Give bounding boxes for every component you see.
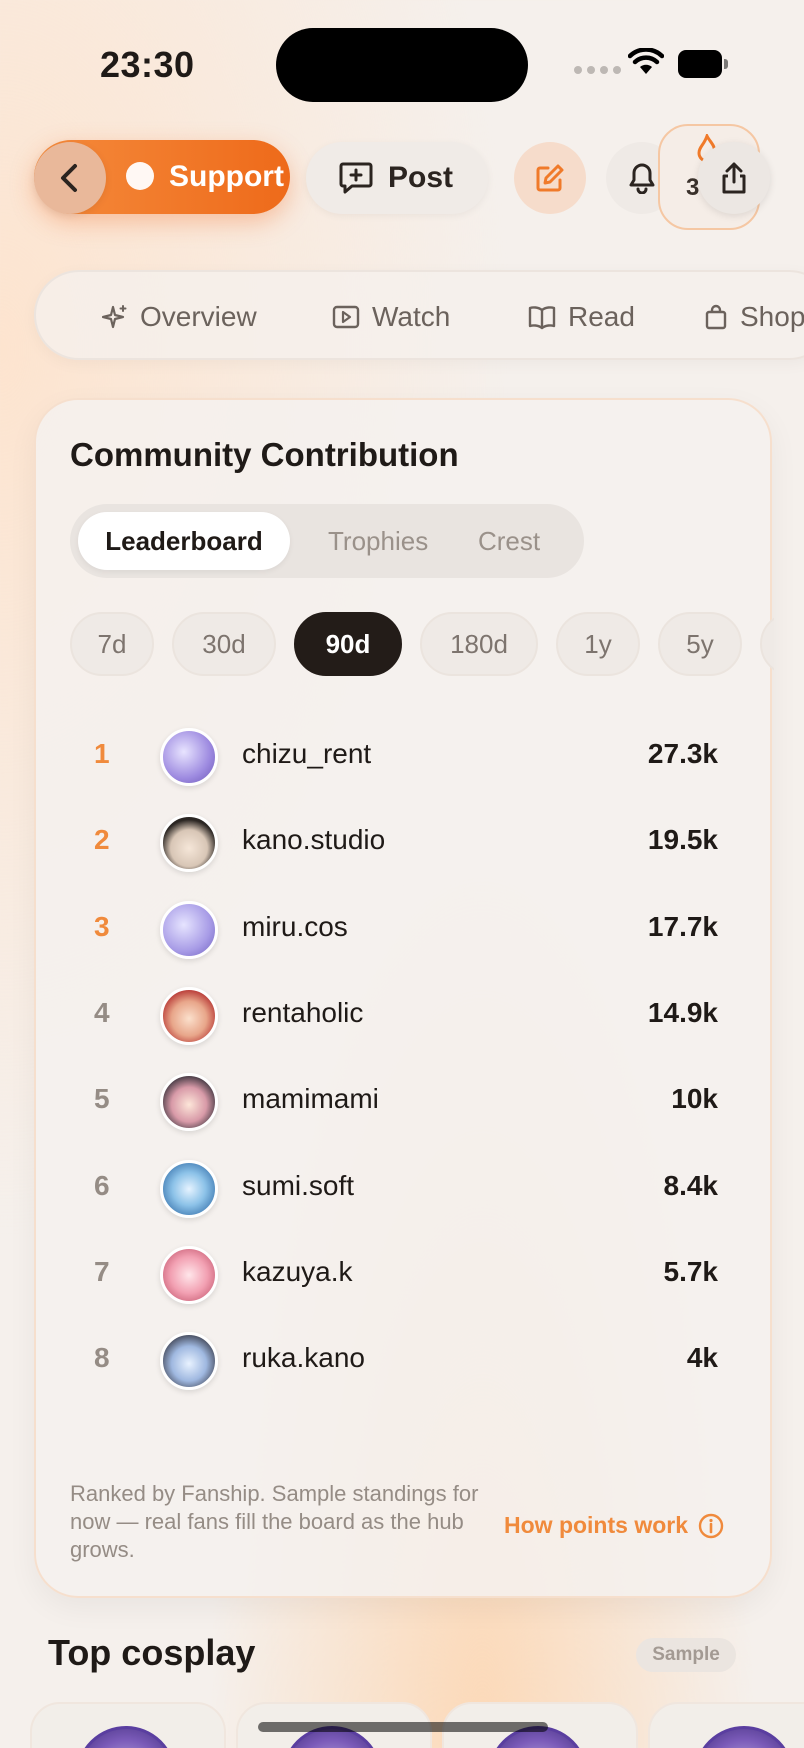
tab-overview-label: Overview <box>140 301 257 332</box>
rank-number: 2 <box>94 824 110 855</box>
username: miru.cos <box>242 911 348 942</box>
rank-number: 4 <box>94 997 110 1028</box>
edit-icon <box>536 164 564 192</box>
rank-number: 3 <box>94 911 110 942</box>
dynamic-island <box>276 28 528 102</box>
tab-read-label: Read <box>568 301 635 332</box>
tab-watch[interactable]: Watch <box>332 272 450 362</box>
username: kazuya.k <box>242 1256 353 1287</box>
cosplay-card[interactable] <box>648 1702 804 1748</box>
post-label: Post <box>388 161 454 194</box>
username: kano.studio <box>242 824 386 855</box>
rank-number: 8 <box>94 1342 110 1373</box>
how-points-work-link[interactable]: How points work <box>504 1512 724 1539</box>
username: sumi.soft <box>242 1170 355 1201</box>
leaderboard-row[interactable]: 8 ruka.kano 4k <box>36 1314 774 1410</box>
avatar[interactable] <box>160 1332 218 1390</box>
period-180d[interactable]: 180d <box>420 612 538 676</box>
sample-badge: Sample <box>636 1638 736 1672</box>
community-contribution-card: Community Contribution Leaderboard Troph… <box>34 398 774 1598</box>
points-score: 19.5k <box>647 824 718 855</box>
username: chizu_rent <box>242 738 372 769</box>
chevron-left-icon <box>61 164 77 192</box>
avatar[interactable] <box>160 901 218 959</box>
points-score: 5.7k <box>663 1256 719 1287</box>
tab-read[interactable]: Read <box>528 272 635 362</box>
avatar[interactable] <box>160 1073 218 1131</box>
edit-button[interactable] <box>514 142 586 214</box>
wifi-icon <box>628 48 664 74</box>
rank-number: 1 <box>94 738 110 769</box>
segment-leaderboard[interactable]: Leaderboard <box>78 512 290 570</box>
tab-overview[interactable]: Overview <box>102 272 257 362</box>
bag-icon <box>705 304 727 330</box>
cosplay-thumbnail <box>694 1726 794 1748</box>
leaderboard-row[interactable]: 3 miru.cos 17.7k <box>36 883 774 979</box>
share-icon <box>722 162 746 194</box>
cosplay-card[interactable] <box>30 1702 226 1748</box>
action-row: Support Post 3 <box>0 124 804 230</box>
top-cosplay-title: Top cosplay <box>48 1632 256 1673</box>
avatar[interactable] <box>160 1160 218 1218</box>
cosplay-thumbnail <box>76 1726 176 1748</box>
status-time: 23:30 <box>100 44 195 85</box>
tab-shop-label: Shop <box>740 301 804 332</box>
bell-icon <box>629 163 655 194</box>
rank-number: 6 <box>94 1170 110 1201</box>
period-more[interactable] <box>760 612 774 676</box>
leaderboard-row[interactable]: 6 sumi.soft 8.4k <box>36 1142 774 1238</box>
avatar[interactable] <box>160 728 218 786</box>
points-score: 17.7k <box>647 911 718 942</box>
avatar[interactable] <box>160 987 218 1045</box>
period-1y[interactable]: 1y <box>556 612 640 676</box>
points-score: 4k <box>686 1342 718 1373</box>
username: ruka.kano <box>242 1342 365 1373</box>
play-icon <box>332 305 360 329</box>
leaderboard-row[interactable]: 2 kano.studio 19.5k <box>36 796 774 892</box>
period-5y[interactable]: 5y <box>658 612 742 676</box>
card-title: Community Contribution <box>70 436 459 473</box>
leaderboard-footnote: Ranked by Fanship. Sample standings for … <box>70 1481 479 1562</box>
avatar[interactable] <box>160 1246 218 1304</box>
period-90d[interactable]: 90d <box>294 612 402 676</box>
home-indicator <box>258 1722 548 1732</box>
username: rentaholic <box>242 997 364 1028</box>
back-button[interactable] <box>34 142 106 214</box>
segment-trophies[interactable]: Trophies <box>328 504 428 578</box>
points-score: 14.9k <box>647 997 718 1028</box>
points-score: 8.4k <box>663 1170 719 1201</box>
support-label: Support <box>169 160 284 193</box>
leaderboard-row[interactable]: 7 kazuya.k 5.7k <box>36 1228 774 1324</box>
period-30d[interactable]: 30d <box>172 612 276 676</box>
leaderboard-row[interactable]: 1 chizu_rent 27.3k <box>36 710 774 806</box>
section-tab-bar: Overview Watch Read Shop <box>34 270 804 360</box>
how-points-work-label: How points work <box>504 1512 688 1538</box>
tab-shop[interactable]: Shop <box>704 272 804 362</box>
points-score: 10k <box>671 1083 718 1114</box>
heart-icon <box>126 162 154 190</box>
battery-icon <box>678 50 728 78</box>
segment-crest[interactable]: Crest <box>478 504 540 578</box>
info-icon <box>698 1513 724 1538</box>
cellular-signal-icon <box>574 66 621 74</box>
leaderboard-row[interactable]: 4 rentaholic 14.9k <box>36 969 774 1065</box>
username: mamimami <box>242 1083 379 1114</box>
leaderboard-row[interactable]: 5 mamimami 10k <box>36 1055 774 1151</box>
avatar[interactable] <box>160 814 218 872</box>
rank-number: 5 <box>94 1083 110 1114</box>
period-filter: 7d 30d 90d 180d 1y 5y <box>70 612 774 676</box>
post-button[interactable]: Post <box>306 142 488 214</box>
tab-watch-label: Watch <box>372 301 451 332</box>
status-bar: 23:30 <box>0 0 804 120</box>
period-7d[interactable]: 7d <box>70 612 154 676</box>
rank-number: 7 <box>94 1256 110 1287</box>
book-icon <box>528 306 556 330</box>
points-score: 27.3k <box>647 738 718 769</box>
message-plus-icon <box>339 162 373 194</box>
share-button[interactable] <box>698 142 770 214</box>
sparkle-icon <box>102 305 127 329</box>
view-segmented-control: Leaderboard Trophies Crest <box>70 504 584 578</box>
